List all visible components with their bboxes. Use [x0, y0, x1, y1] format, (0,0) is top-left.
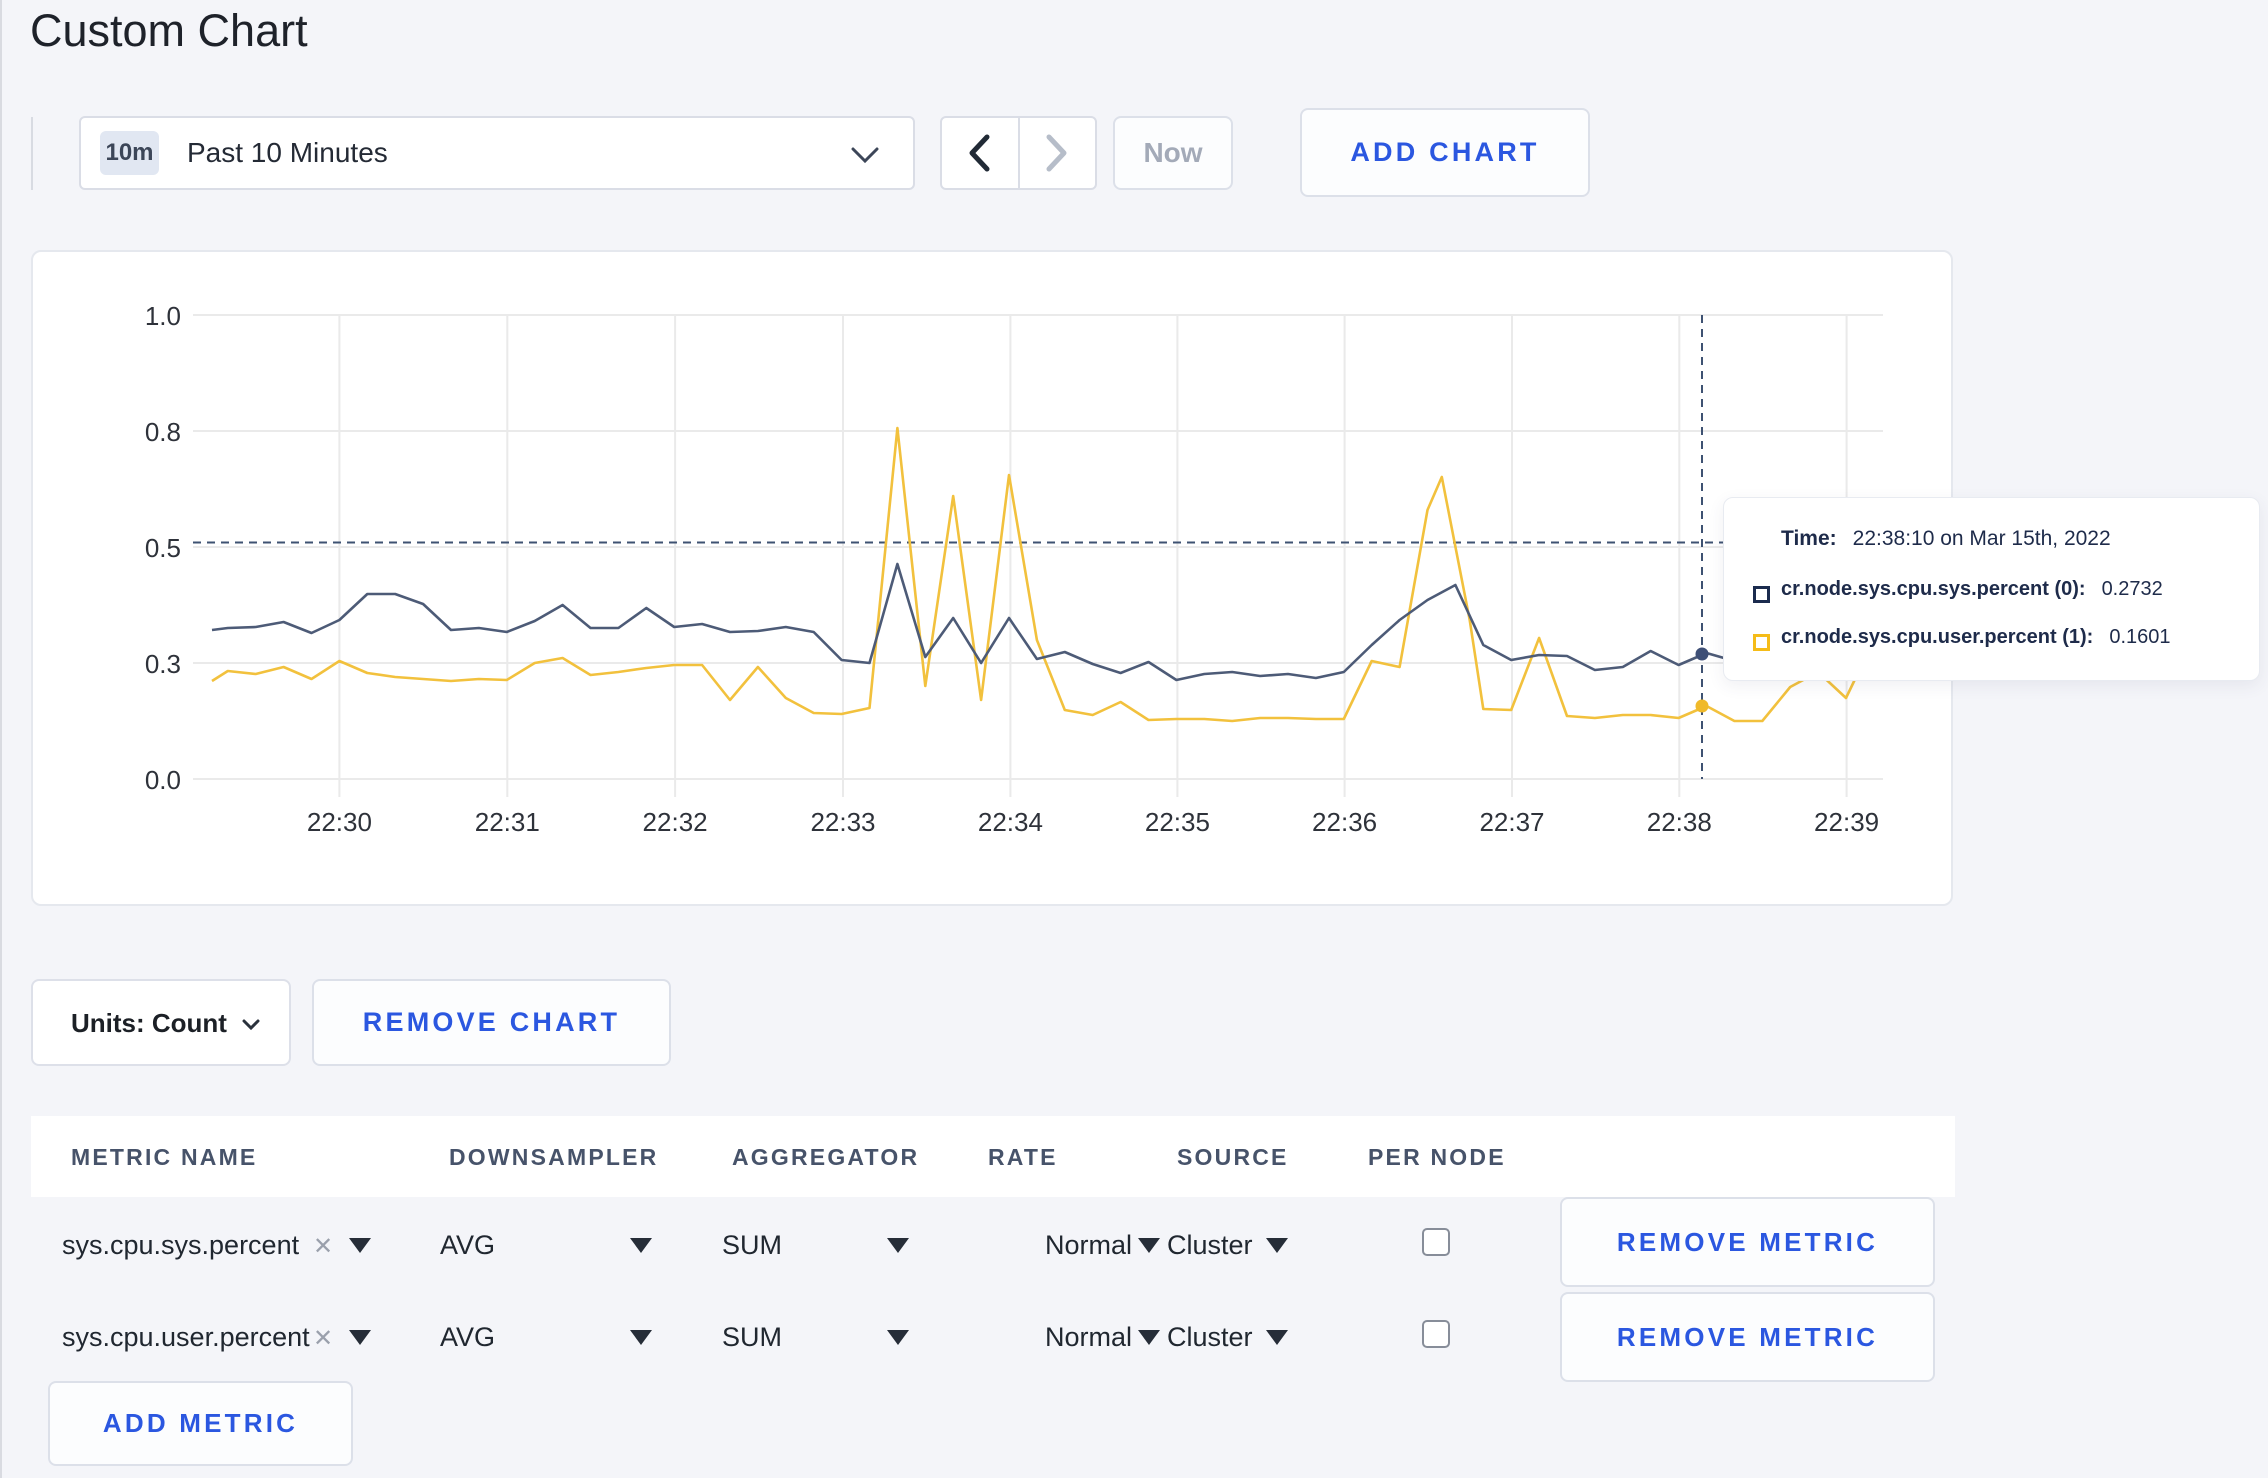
svg-text:0.8: 0.8	[145, 417, 181, 447]
svg-text:22:37: 22:37	[1479, 807, 1544, 837]
svg-text:1.0: 1.0	[145, 301, 181, 331]
svg-text:22:30: 22:30	[307, 807, 372, 837]
svg-text:22:34: 22:34	[978, 807, 1043, 837]
svg-text:22:33: 22:33	[810, 807, 875, 837]
svg-text:0.0: 0.0	[145, 765, 181, 795]
svg-text:22:38: 22:38	[1647, 807, 1712, 837]
svg-text:22:31: 22:31	[475, 807, 540, 837]
svg-text:22:35: 22:35	[1145, 807, 1210, 837]
svg-text:22:39: 22:39	[1814, 807, 1879, 837]
svg-text:0.3: 0.3	[145, 649, 181, 679]
svg-text:22:36: 22:36	[1312, 807, 1377, 837]
svg-text:0.5: 0.5	[145, 533, 181, 563]
svg-text:22:32: 22:32	[643, 807, 708, 837]
